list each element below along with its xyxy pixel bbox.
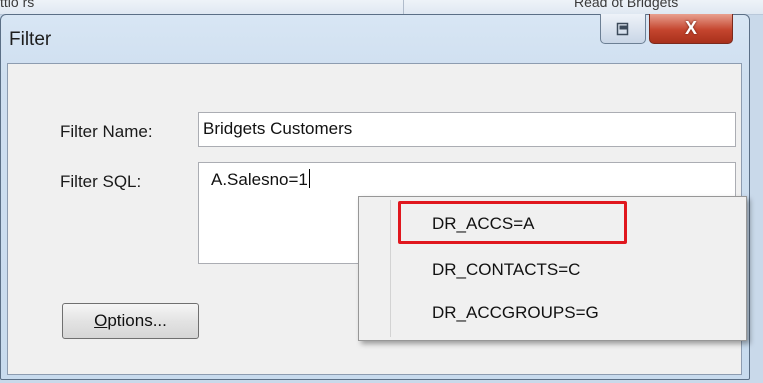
text-caret bbox=[308, 169, 310, 188]
popup-gutter bbox=[390, 200, 391, 337]
restore-button[interactable] bbox=[600, 14, 646, 44]
background-text-left: ttlo rs bbox=[0, 0, 35, 10]
close-button[interactable]: X bbox=[649, 14, 733, 44]
filter-sql-label: Filter SQL: bbox=[60, 172, 142, 191]
autocomplete-item[interactable]: DR_ACCS=A bbox=[432, 214, 535, 234]
background-divider bbox=[403, 0, 404, 14]
restore-icon bbox=[616, 22, 629, 35]
filter-name-label: Filter Name: bbox=[60, 122, 153, 141]
filter-name-value: Bridgets Customers bbox=[203, 119, 353, 138]
close-icon: X bbox=[684, 18, 697, 38]
window-title: Filter bbox=[9, 29, 52, 50]
options-mnemonic: O bbox=[94, 311, 108, 330]
background-text-right: Read ot Bridgets bbox=[574, 0, 679, 10]
options-label: ptions... bbox=[107, 311, 167, 330]
autocomplete-item[interactable]: DR_ACCGROUPS=G bbox=[432, 303, 599, 323]
options-button[interactable]: Options... bbox=[62, 303, 199, 339]
autocomplete-popup: DR_ACCS=A DR_CONTACTS=C DR_ACCGROUPS=G bbox=[358, 196, 747, 341]
autocomplete-item[interactable]: DR_CONTACTS=C bbox=[432, 260, 580, 280]
filter-name-input[interactable]: Bridgets Customers bbox=[198, 112, 736, 147]
background-window-strip: ttlo rs Read ot Bridgets bbox=[0, 0, 763, 15]
filter-sql-value: A.Salesno=1 bbox=[211, 170, 308, 189]
